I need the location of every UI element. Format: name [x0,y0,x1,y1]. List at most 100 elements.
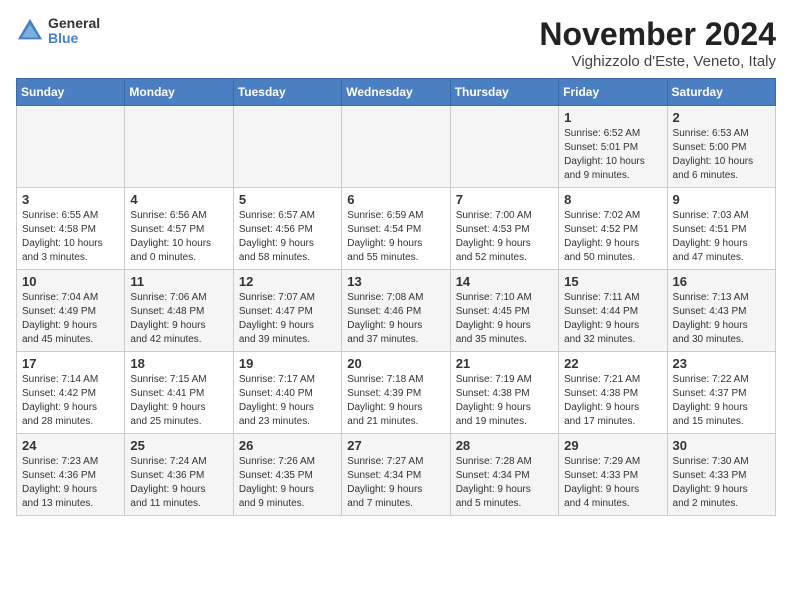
day-number: 4 [130,192,227,207]
day-info: Sunrise: 7:04 AM Sunset: 4:49 PM Dayligh… [22,291,119,347]
header: General Blue November 2024 Vighizzolo d'… [16,16,776,70]
day-info: Sunrise: 7:27 AM Sunset: 4:34 PM Dayligh… [347,455,444,511]
calendar-day-cell [450,106,558,188]
calendar-day-cell: 9 Sunrise: 7:03 AM Sunset: 4:51 PM Daylig… [667,188,775,270]
day-info: Sunrise: 7:23 AM Sunset: 4:36 PM Dayligh… [22,455,119,511]
calendar-day-cell: 5 Sunrise: 6:57 AM Sunset: 4:56 PM Daylig… [233,188,341,270]
day-info: Sunrise: 7:00 AM Sunset: 4:53 PM Dayligh… [456,209,553,265]
calendar-day-cell: 23 Sunrise: 7:22 AM Sunset: 4:37 PM Dayli… [667,352,775,434]
day-number: 21 [456,356,553,371]
calendar-day-cell: 18 Sunrise: 7:15 AM Sunset: 4:41 PM Dayli… [125,352,233,434]
day-info: Sunrise: 7:15 AM Sunset: 4:41 PM Dayligh… [130,373,227,429]
calendar-day-cell: 7 Sunrise: 7:00 AM Sunset: 4:53 PM Daylig… [450,188,558,270]
title-area: November 2024 Vighizzolo d'Este, Veneto,… [539,16,776,70]
day-number: 8 [564,192,661,207]
calendar-body: 1Sunrise: 6:52 AM Sunset: 5:01 PM Daylig… [17,106,776,516]
calendar-day-cell: 3Sunrise: 6:55 AM Sunset: 4:58 PM Daylig… [17,188,125,270]
calendar-day-cell: 22Sunrise: 7:21 AM Sunset: 4:38 PM Dayli… [559,352,667,434]
day-info: Sunrise: 7:19 AM Sunset: 4:38 PM Dayligh… [456,373,553,429]
day-info: Sunrise: 6:57 AM Sunset: 4:56 PM Dayligh… [239,209,336,265]
calendar-week-row: 1Sunrise: 6:52 AM Sunset: 5:01 PM Daylig… [17,106,776,188]
day-number: 7 [456,192,553,207]
calendar-day-cell: 13Sunrise: 7:08 AM Sunset: 4:46 PM Dayli… [342,270,450,352]
logo-blue: Blue [48,31,100,46]
day-info: Sunrise: 6:55 AM Sunset: 4:58 PM Dayligh… [22,209,119,265]
calendar-day-cell: 14 Sunrise: 7:10 AM Sunset: 4:45 PM Dayli… [450,270,558,352]
day-info: Sunrise: 6:56 AM Sunset: 4:57 PM Dayligh… [130,209,227,265]
calendar-day-cell: 20Sunrise: 7:18 AM Sunset: 4:39 PM Dayli… [342,352,450,434]
day-info: Sunrise: 7:26 AM Sunset: 4:35 PM Dayligh… [239,455,336,511]
day-number: 9 [673,192,770,207]
day-number: 6 [347,192,444,207]
logo-icon [16,17,44,45]
calendar-day-cell: 10 Sunrise: 7:04 AM Sunset: 4:49 PM Dayli… [17,270,125,352]
calendar-day-cell [342,106,450,188]
calendar-day-cell: 8 Sunrise: 7:02 AM Sunset: 4:52 PM Daylig… [559,188,667,270]
day-number: 24 [22,438,119,453]
calendar-day-cell: 17 Sunrise: 7:14 AM Sunset: 4:42 PM Dayli… [17,352,125,434]
day-info: Sunrise: 7:13 AM Sunset: 4:43 PM Dayligh… [673,291,770,347]
day-number: 1 [564,110,661,125]
weekday-header-cell: Saturday [667,79,775,106]
day-number: 17 [22,356,119,371]
calendar-day-cell: 2 Sunrise: 6:53 AM Sunset: 5:00 PM Daylig… [667,106,775,188]
day-info: Sunrise: 7:14 AM Sunset: 4:42 PM Dayligh… [22,373,119,429]
day-info: Sunrise: 7:29 AM Sunset: 4:33 PM Dayligh… [564,455,661,511]
day-number: 19 [239,356,336,371]
day-info: Sunrise: 7:03 AM Sunset: 4:51 PM Dayligh… [673,209,770,265]
calendar-day-cell [17,106,125,188]
calendar-day-cell: 12 Sunrise: 7:07 AM Sunset: 4:47 PM Dayli… [233,270,341,352]
weekday-header-cell: Thursday [450,79,558,106]
day-number: 16 [673,274,770,289]
weekday-header-cell: Sunday [17,79,125,106]
day-info: Sunrise: 7:10 AM Sunset: 4:45 PM Dayligh… [456,291,553,347]
day-number: 10 [22,274,119,289]
calendar-day-cell: 30 Sunrise: 7:30 AM Sunset: 4:33 PM Dayli… [667,434,775,516]
day-number: 25 [130,438,227,453]
calendar-week-row: 24 Sunrise: 7:23 AM Sunset: 4:36 PM Dayli… [17,434,776,516]
calendar-week-row: 10 Sunrise: 7:04 AM Sunset: 4:49 PM Dayli… [17,270,776,352]
day-info: Sunrise: 7:30 AM Sunset: 4:33 PM Dayligh… [673,455,770,511]
day-number: 20 [347,356,444,371]
logo: General Blue [16,16,100,47]
day-number: 29 [564,438,661,453]
weekday-header-cell: Monday [125,79,233,106]
day-info: Sunrise: 7:24 AM Sunset: 4:36 PM Dayligh… [130,455,227,511]
calendar-day-cell: 19 Sunrise: 7:17 AM Sunset: 4:40 PM Dayli… [233,352,341,434]
day-info: Sunrise: 7:28 AM Sunset: 4:34 PM Dayligh… [456,455,553,511]
day-number: 23 [673,356,770,371]
calendar-day-cell: 4 Sunrise: 6:56 AM Sunset: 4:57 PM Daylig… [125,188,233,270]
logo-text: General Blue [48,16,100,47]
day-info: Sunrise: 6:59 AM Sunset: 4:54 PM Dayligh… [347,209,444,265]
day-number: 11 [130,274,227,289]
day-info: Sunrise: 7:07 AM Sunset: 4:47 PM Dayligh… [239,291,336,347]
day-number: 5 [239,192,336,207]
day-number: 18 [130,356,227,371]
calendar-day-cell: 24 Sunrise: 7:23 AM Sunset: 4:36 PM Dayli… [17,434,125,516]
day-number: 2 [673,110,770,125]
day-info: Sunrise: 7:11 AM Sunset: 4:44 PM Dayligh… [564,291,661,347]
calendar-day-cell [125,106,233,188]
day-info: Sunrise: 7:17 AM Sunset: 4:40 PM Dayligh… [239,373,336,429]
day-number: 13 [347,274,444,289]
weekday-header-cell: Wednesday [342,79,450,106]
calendar-day-cell: 21 Sunrise: 7:19 AM Sunset: 4:38 PM Dayli… [450,352,558,434]
logo-general: General [48,16,100,31]
day-number: 14 [456,274,553,289]
calendar-week-row: 3Sunrise: 6:55 AM Sunset: 4:58 PM Daylig… [17,188,776,270]
day-info: Sunrise: 7:02 AM Sunset: 4:52 PM Dayligh… [564,209,661,265]
day-info: Sunrise: 6:53 AM Sunset: 5:00 PM Dayligh… [673,127,770,183]
day-number: 28 [456,438,553,453]
calendar-day-cell: 26Sunrise: 7:26 AM Sunset: 4:35 PM Dayli… [233,434,341,516]
day-number: 30 [673,438,770,453]
weekday-header-cell: Friday [559,79,667,106]
month-title: November 2024 [539,16,776,53]
weekday-header-cell: Tuesday [233,79,341,106]
calendar-day-cell: 28 Sunrise: 7:28 AM Sunset: 4:34 PM Dayli… [450,434,558,516]
location-title: Vighizzolo d'Este, Veneto, Italy [539,53,776,70]
day-info: Sunrise: 7:06 AM Sunset: 4:48 PM Dayligh… [130,291,227,347]
day-number: 12 [239,274,336,289]
day-info: Sunrise: 7:22 AM Sunset: 4:37 PM Dayligh… [673,373,770,429]
calendar-table: SundayMondayTuesdayWednesdayThursdayFrid… [16,78,776,516]
calendar-day-cell: 27Sunrise: 7:27 AM Sunset: 4:34 PM Dayli… [342,434,450,516]
